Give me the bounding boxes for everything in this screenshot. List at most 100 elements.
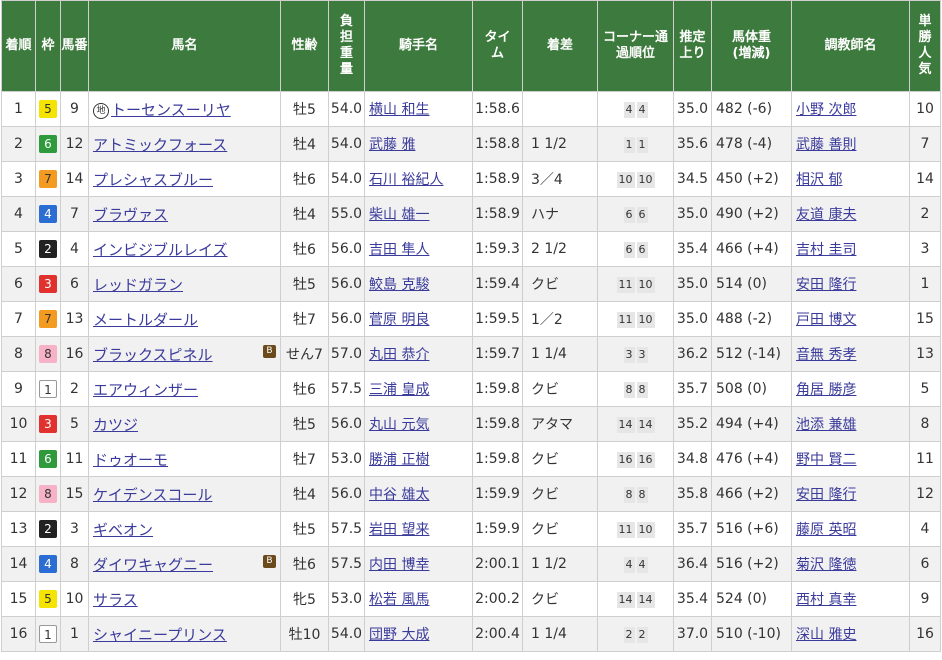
trainer-link[interactable]: 安田 隆行 — [796, 487, 856, 503]
horse-link[interactable]: メートルダール — [93, 311, 198, 329]
jockey-link[interactable]: 石川 裕紀人 — [369, 172, 443, 188]
jockey-link[interactable]: 三浦 皇成 — [369, 382, 429, 398]
sexage-cell: 牡6 — [280, 161, 329, 197]
horse-link[interactable]: レッドガラン — [93, 276, 183, 294]
horse-link[interactable]: ブラヴァス — [93, 206, 168, 224]
trainer-link[interactable]: 池添 兼雄 — [796, 417, 856, 433]
bodyweight-cell: 524 (0) — [711, 581, 792, 617]
jockey-link[interactable]: 岩田 望来 — [369, 522, 429, 538]
rank-cell: 11 — [1, 441, 36, 477]
last3f-cell: 35.0 — [673, 196, 712, 232]
trainer-link[interactable]: 吉村 圭司 — [796, 242, 856, 258]
horse-link[interactable]: ドゥオーモ — [93, 451, 168, 469]
trainer-link[interactable]: 角居 勝彦 — [796, 382, 856, 398]
jockey-link[interactable]: 中谷 雄太 — [369, 487, 429, 503]
jockey-link[interactable]: 松若 風馬 — [369, 592, 429, 608]
weight-cell: 54.0 — [328, 161, 365, 197]
umaban-cell: 10 — [60, 581, 89, 617]
trainer-link[interactable]: 戸田 博文 — [796, 312, 856, 328]
jockey-link[interactable]: 鮫島 克駿 — [369, 277, 429, 293]
weight-cell: 57.0 — [328, 336, 365, 372]
jockey-link[interactable]: 横山 和生 — [369, 102, 429, 118]
jockey-link[interactable]: 内田 博幸 — [369, 557, 429, 573]
weight-cell: 54.0 — [328, 91, 365, 127]
trainer-link[interactable]: 音無 秀孝 — [796, 347, 856, 363]
umaban-cell: 14 — [60, 161, 89, 197]
horse-link[interactable]: プレシャスブルー — [93, 171, 213, 189]
corner-position: 2 — [623, 626, 635, 643]
jockey-link[interactable]: 丸田 恭介 — [369, 347, 429, 363]
corner-position: 10 — [616, 171, 635, 188]
trainer-link[interactable]: 西村 真幸 — [796, 592, 856, 608]
rank-cell: 5 — [1, 231, 36, 267]
time-cell: 1:59.4 — [472, 266, 523, 302]
waku-badge: 2 — [39, 520, 57, 538]
horse-cell: ブラヴァス — [88, 196, 281, 232]
margin-cell: クビ — [522, 266, 598, 302]
waku-cell: 6 — [35, 126, 61, 162]
jockey-link[interactable]: 吉田 隼人 — [369, 242, 429, 258]
weight-cell: 53.0 — [328, 581, 365, 617]
sexage-cell: 牡5 — [280, 266, 329, 302]
horse-link[interactable]: エアウィンザー — [93, 381, 198, 399]
jockey-link[interactable]: 武藤 雅 — [369, 137, 415, 153]
jockey-link[interactable]: 丸山 元気 — [369, 417, 429, 433]
horse-link[interactable]: カツジ — [93, 416, 138, 434]
weight-cell: 56.0 — [328, 301, 365, 337]
margin-cell: 1 1/4 — [522, 616, 598, 652]
trainer-link[interactable]: 菊沢 隆徳 — [796, 557, 856, 573]
waku-cell: 8 — [35, 336, 61, 372]
corner-cell: 11 10 — [597, 301, 674, 337]
last3f-cell: 35.0 — [673, 266, 712, 302]
trainer-link[interactable]: 小野 次郎 — [796, 102, 856, 118]
popularity-cell: 8 — [909, 406, 941, 442]
trainer-cell: 戸田 博文 — [791, 301, 910, 337]
sexage-cell: 牡6 — [280, 371, 329, 407]
horse-link[interactable]: アトミックフォース — [93, 136, 227, 154]
horse-link[interactable]: ブラックスピネル — [93, 346, 213, 364]
waku-badge: 3 — [39, 415, 57, 433]
weight-cell: 54.0 — [328, 616, 365, 652]
last3f-cell: 36.4 — [673, 546, 712, 582]
jockey-link[interactable]: 菅原 明良 — [369, 312, 429, 328]
trainer-link[interactable]: 武藤 善則 — [796, 137, 856, 153]
corner-position: 8 — [636, 381, 648, 398]
weight-cell: 56.0 — [328, 266, 365, 302]
corner-position: 1 — [636, 136, 648, 153]
horse-link[interactable]: ギベオン — [93, 521, 153, 539]
horse-cell: サラス — [88, 581, 281, 617]
jockey-link[interactable]: 勝浦 正樹 — [369, 452, 429, 468]
jockey-cell: 菅原 明良 — [364, 301, 473, 337]
horse-link[interactable]: ダイワキャグニー — [93, 556, 213, 574]
corner-position: 8 — [623, 486, 635, 503]
sexage-cell: 牡4 — [280, 126, 329, 162]
trainer-link[interactable]: 藤原 英昭 — [796, 522, 856, 538]
waku-cell: 3 — [35, 406, 61, 442]
margin-cell: クビ — [522, 441, 598, 477]
header-bodyweight: 馬体重 (増減) — [711, 0, 792, 92]
trainer-link[interactable]: 野中 賢二 — [796, 452, 856, 468]
rank-cell: 6 — [1, 266, 36, 302]
trainer-link[interactable]: 相沢 郁 — [796, 172, 842, 188]
corner-cell: 10 10 — [597, 161, 674, 197]
trainer-cell: 音無 秀孝 — [791, 336, 910, 372]
horse-link[interactable]: ケイデンスコール — [93, 486, 212, 504]
sexage-cell: せん7 — [280, 336, 329, 372]
time-cell: 1:58.9 — [472, 161, 523, 197]
trainer-link[interactable]: 友道 康夫 — [796, 207, 856, 223]
jockey-link[interactable]: 柴山 雄一 — [369, 207, 429, 223]
trainer-link[interactable]: 深山 雅史 — [796, 627, 856, 643]
corner-position: 14 — [636, 591, 655, 608]
rank-cell: 4 — [1, 196, 36, 232]
horse-link[interactable]: サラス — [93, 591, 138, 609]
horse-cell: プレシャスブルー — [88, 161, 281, 197]
horse-cell: メートルダール — [88, 301, 281, 337]
jockey-link[interactable]: 団野 大成 — [369, 627, 429, 643]
horse-cell: ダイワキャグニー B — [88, 546, 281, 582]
last3f-cell: 35.8 — [673, 476, 712, 512]
table-row: 3 7 14 プレシャスブルー 牡6 54.0 石川 裕紀人 1:58.9 3／4 10 10 34.… — [1, 161, 941, 197]
horse-link[interactable]: トーセンスーリヤ — [111, 101, 231, 119]
trainer-link[interactable]: 安田 隆行 — [796, 277, 856, 293]
horse-link[interactable]: インビジブルレイズ — [93, 241, 228, 259]
horse-link[interactable]: シャイニープリンス — [93, 626, 227, 644]
